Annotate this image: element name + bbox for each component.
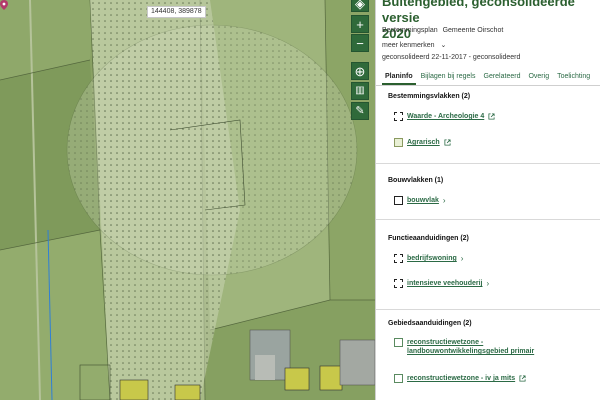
item-label: intensieve veehouderij (407, 280, 483, 287)
map-view[interactable]: 144408, 389878 ◈ + − ⊕ ▥ ✎ (0, 0, 375, 400)
legend-swatch (394, 254, 403, 263)
tab-overig[interactable]: Overig (525, 70, 552, 85)
plan-status: geconsolideerd 22-11-2017 - geconsolidee… (382, 54, 521, 61)
measure-icon: ▥ (355, 85, 365, 96)
section-bouwvlakken: Bouwvlakken (1) bouwvlak › (376, 170, 600, 220)
section-bestemmingsvlakken: Bestemmingsvlakken (2) Waarde - Archeolo… (376, 87, 600, 164)
chevron-down-icon: ⌄ (440, 42, 447, 49)
legend-swatch (394, 279, 403, 288)
plan-meta: Bestemmingsplan Gemeente Oirschot (382, 27, 503, 34)
list-item-bedrijfswoning[interactable]: bedrijfswoning › (394, 254, 463, 263)
map-canvas[interactable] (0, 0, 375, 400)
building (255, 355, 275, 380)
tab-bar: Planinfo Bijlagen bij regels Gerelateerd… (376, 70, 600, 86)
coordinate-readout: 144408, 389878 (147, 6, 206, 18)
section-title: Bouwvlakken (1) (388, 177, 444, 184)
item-label: Waarde - Archeologie 4 (407, 113, 485, 120)
external-link-icon (488, 113, 495, 120)
item-label: Agrarisch (407, 139, 440, 146)
list-item-intensieve-veehouderij[interactable]: intensieve veehouderij › (394, 279, 489, 288)
external-link-icon (519, 375, 526, 382)
zoom-in-button[interactable]: + (351, 15, 369, 33)
chevron-right-icon: › (460, 254, 464, 263)
layers-button[interactable]: ◈ (351, 0, 369, 12)
plan-type: Bestemmingsplan (382, 27, 438, 34)
list-item-landbouwontwikkelingsgebied[interactable]: reconstructiewetzone - landbouwontwikkel… (394, 338, 547, 356)
section-functieaanduidingen: Functieaanduidingen (2) bedrijfswoning ›… (376, 227, 600, 310)
list-item-bouwvlak[interactable]: bouwvlak › (394, 196, 446, 205)
list-item-waarde-archeologie-4[interactable]: Waarde - Archeologie 4 (394, 112, 495, 121)
draw-button[interactable]: ✎ (351, 102, 369, 120)
draw-icon: ✎ (355, 104, 365, 117)
zoom-out-button[interactable]: − (351, 34, 369, 52)
list-item-iv-ja-mits[interactable]: reconstructiewetzone - iv ja mits (394, 374, 526, 383)
tab-bijlagen-bij-regels[interactable]: Bijlagen bij regels (418, 70, 479, 85)
agrarisch-plot (119, 379, 149, 400)
section-gebiedsaanduidingen: Gebiedsaanduidingen (2) reconstructiewet… (376, 312, 600, 400)
legend-swatch (394, 374, 403, 383)
layers-icon: ◈ (355, 0, 365, 11)
locate-button[interactable]: ⊕ (351, 62, 369, 80)
zoom-out-icon: − (356, 35, 364, 51)
meer-kenmerken-toggle[interactable]: meer kenmerken ⌄ (382, 41, 446, 49)
page-title: Buitengebied, geconsolideerde versie 202… (382, 0, 575, 41)
external-link-icon (444, 139, 451, 146)
meer-kenmerken-label: meer kenmerken (382, 42, 435, 49)
item-label: reconstructiewetzone - iv ja mits (407, 375, 516, 382)
building (339, 339, 375, 386)
item-label: bouwvlak (407, 197, 439, 204)
legend-swatch (394, 338, 403, 347)
location-pin-icon (0, 0, 8, 10)
section-title: Functieaanduidingen (2) (388, 235, 469, 242)
legend-swatch (394, 138, 403, 147)
item-label: bedrijfswoning (407, 255, 457, 262)
zoom-in-icon: + (356, 16, 364, 32)
locate-icon: ⊕ (354, 63, 366, 79)
section-title: Bestemmingsvlakken (2) (388, 93, 471, 100)
section-title: Gebiedsaanduidingen (2) (388, 320, 472, 327)
municipality: Gemeente Oirschot (442, 27, 504, 34)
buffer-circle-pattern (67, 25, 357, 275)
tab-gerelateerd[interactable]: Gerelateerd (481, 70, 524, 85)
agrarisch-plot (174, 384, 201, 400)
item-label: reconstructiewetzone - landbouwontwikkel… (407, 339, 535, 355)
plan-info-panel: Buitengebied, geconsolideerde versie 202… (375, 0, 600, 400)
agrarisch-plot (319, 365, 343, 391)
agrarisch-plot (284, 367, 310, 391)
legend-swatch (394, 196, 403, 205)
tab-toelichting[interactable]: Toelichting (554, 70, 593, 85)
chevron-right-icon: › (442, 196, 446, 205)
legend-swatch (394, 112, 403, 121)
chevron-right-icon: › (486, 279, 490, 288)
field-parcel (0, 230, 110, 400)
measure-button[interactable]: ▥ (351, 82, 369, 100)
tab-planinfo[interactable]: Planinfo (382, 70, 416, 85)
list-item-agrarisch[interactable]: Agrarisch (394, 138, 451, 147)
